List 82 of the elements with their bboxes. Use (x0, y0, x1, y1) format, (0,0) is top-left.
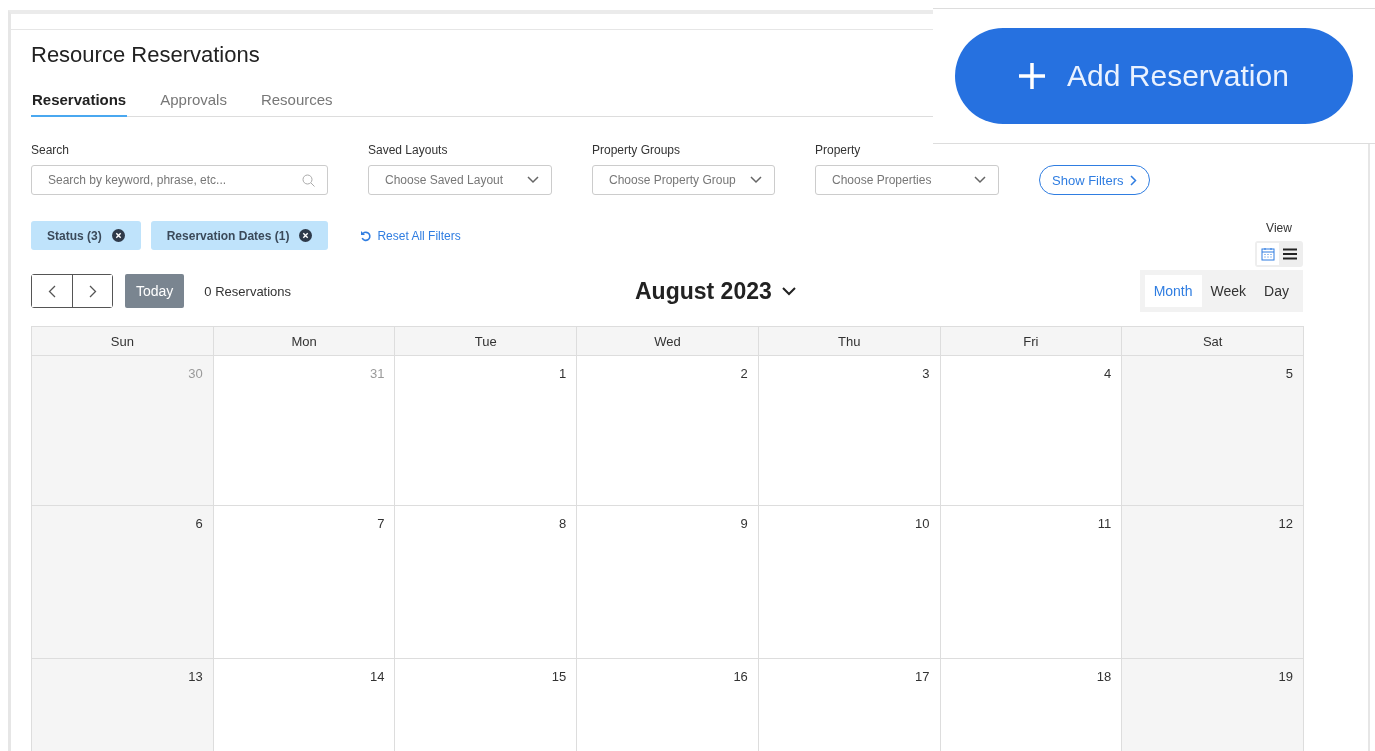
calendar-icon (1261, 247, 1275, 261)
field-label: Property (815, 143, 862, 157)
day-number: 19 (1278, 669, 1293, 684)
close-icon[interactable] (111, 229, 125, 242)
field-label: Property Groups (592, 143, 682, 157)
day-number: 15 (551, 669, 567, 684)
weekday-header: Fri (940, 327, 1123, 356)
day-number: 7 (377, 516, 385, 531)
day-number: 31 (369, 366, 385, 381)
weekday-header: Mon (213, 327, 396, 356)
tab[interactable]: Reservations (31, 91, 128, 117)
weekday-header: Thu (758, 327, 941, 356)
day-cell[interactable]: 3 (758, 356, 941, 506)
day-number: 10 (915, 516, 930, 531)
day-number: 8 (558, 516, 567, 531)
day-number: 2 (740, 366, 748, 381)
close-icon[interactable] (299, 229, 313, 242)
day-number: 12 (1278, 516, 1293, 531)
page-title: Resource Reservations (31, 42, 261, 68)
month-picker[interactable]: August 2023 (629, 276, 802, 306)
today-button[interactable]: Today (125, 274, 185, 308)
search-field[interactable]: Search by keyword, phrase, etc... (31, 165, 328, 195)
day-cell[interactable]: 12 (1122, 506, 1304, 659)
day-cell[interactable]: 10 (758, 506, 941, 659)
weekday-header: Wed (577, 327, 759, 356)
chevron-right-icon (1129, 174, 1137, 186)
chevron-down-icon (750, 176, 762, 184)
weekday-header: Sun (32, 327, 214, 356)
day-cell[interactable]: 4 (940, 356, 1123, 506)
day-cell[interactable]: 2 (577, 356, 759, 506)
day-number: 3 (922, 366, 930, 381)
chevron-down-icon (527, 176, 539, 184)
day-number: 6 (195, 516, 203, 531)
view-toggle-button[interactable] (1257, 243, 1279, 265)
reset-filters-link[interactable]: Reset All Filters (354, 227, 467, 244)
day-cell[interactable]: 1 (395, 356, 578, 506)
day-number: 9 (740, 516, 748, 531)
day-number: 1 (558, 366, 567, 381)
day-number: 11 (1097, 516, 1112, 531)
range-tab[interactable]: Day (1255, 275, 1298, 307)
filter-chip[interactable]: Status (3) (31, 221, 141, 250)
chevron-down-icon (974, 176, 986, 184)
chevron-down-icon (781, 286, 796, 296)
tab[interactable]: Resources (259, 91, 334, 117)
view-label: View (1266, 221, 1292, 235)
field-label: Saved Layouts (368, 143, 449, 157)
day-number: 4 (1104, 366, 1112, 381)
search-icon (302, 173, 315, 187)
undo-icon (360, 229, 373, 242)
dropdown-field[interactable]: Choose Property Group (592, 165, 775, 195)
day-cell[interactable]: 11 (940, 506, 1123, 659)
day-number: 14 (369, 669, 385, 684)
weekday-header: Tue (395, 327, 578, 356)
weekday-header: Sat (1122, 327, 1304, 356)
filter-chip[interactable]: Reservation Dates (1) (150, 221, 329, 250)
list-icon (1283, 248, 1297, 260)
day-number: 18 (1096, 669, 1112, 684)
chevron-left-icon (48, 284, 56, 298)
day-number: 13 (188, 669, 203, 684)
day-cell[interactable]: 19 (1122, 659, 1304, 751)
day-cell[interactable]: 7 (213, 506, 396, 659)
chevron-right-icon (88, 284, 97, 298)
field-label: Search (31, 143, 71, 157)
day-number: 16 (733, 669, 748, 684)
day-cell[interactable]: 6 (32, 506, 214, 659)
plus-icon (1019, 63, 1046, 89)
day-cell[interactable]: 9 (577, 506, 759, 659)
day-number: 5 (1285, 366, 1293, 381)
dropdown-field[interactable]: Choose Properties (815, 165, 999, 195)
range-tab[interactable]: Week (1201, 275, 1256, 307)
day-cell[interactable]: 13 (32, 659, 214, 751)
range-tab[interactable]: Month (1144, 275, 1202, 307)
dropdown-field[interactable]: Choose Saved Layout (368, 165, 552, 195)
reservation-count: 0 Reservations (204, 283, 292, 299)
show-filters-button[interactable]: Show Filters (1039, 165, 1150, 195)
day-number: 17 (915, 669, 930, 684)
next-button[interactable] (72, 275, 112, 307)
day-cell[interactable]: 8 (395, 506, 578, 659)
day-cell[interactable]: 5 (1122, 356, 1304, 506)
add-reservation-button[interactable]: Add Reservation (955, 28, 1353, 124)
tab[interactable]: Approvals (159, 91, 228, 117)
day-number: 30 (188, 366, 203, 381)
